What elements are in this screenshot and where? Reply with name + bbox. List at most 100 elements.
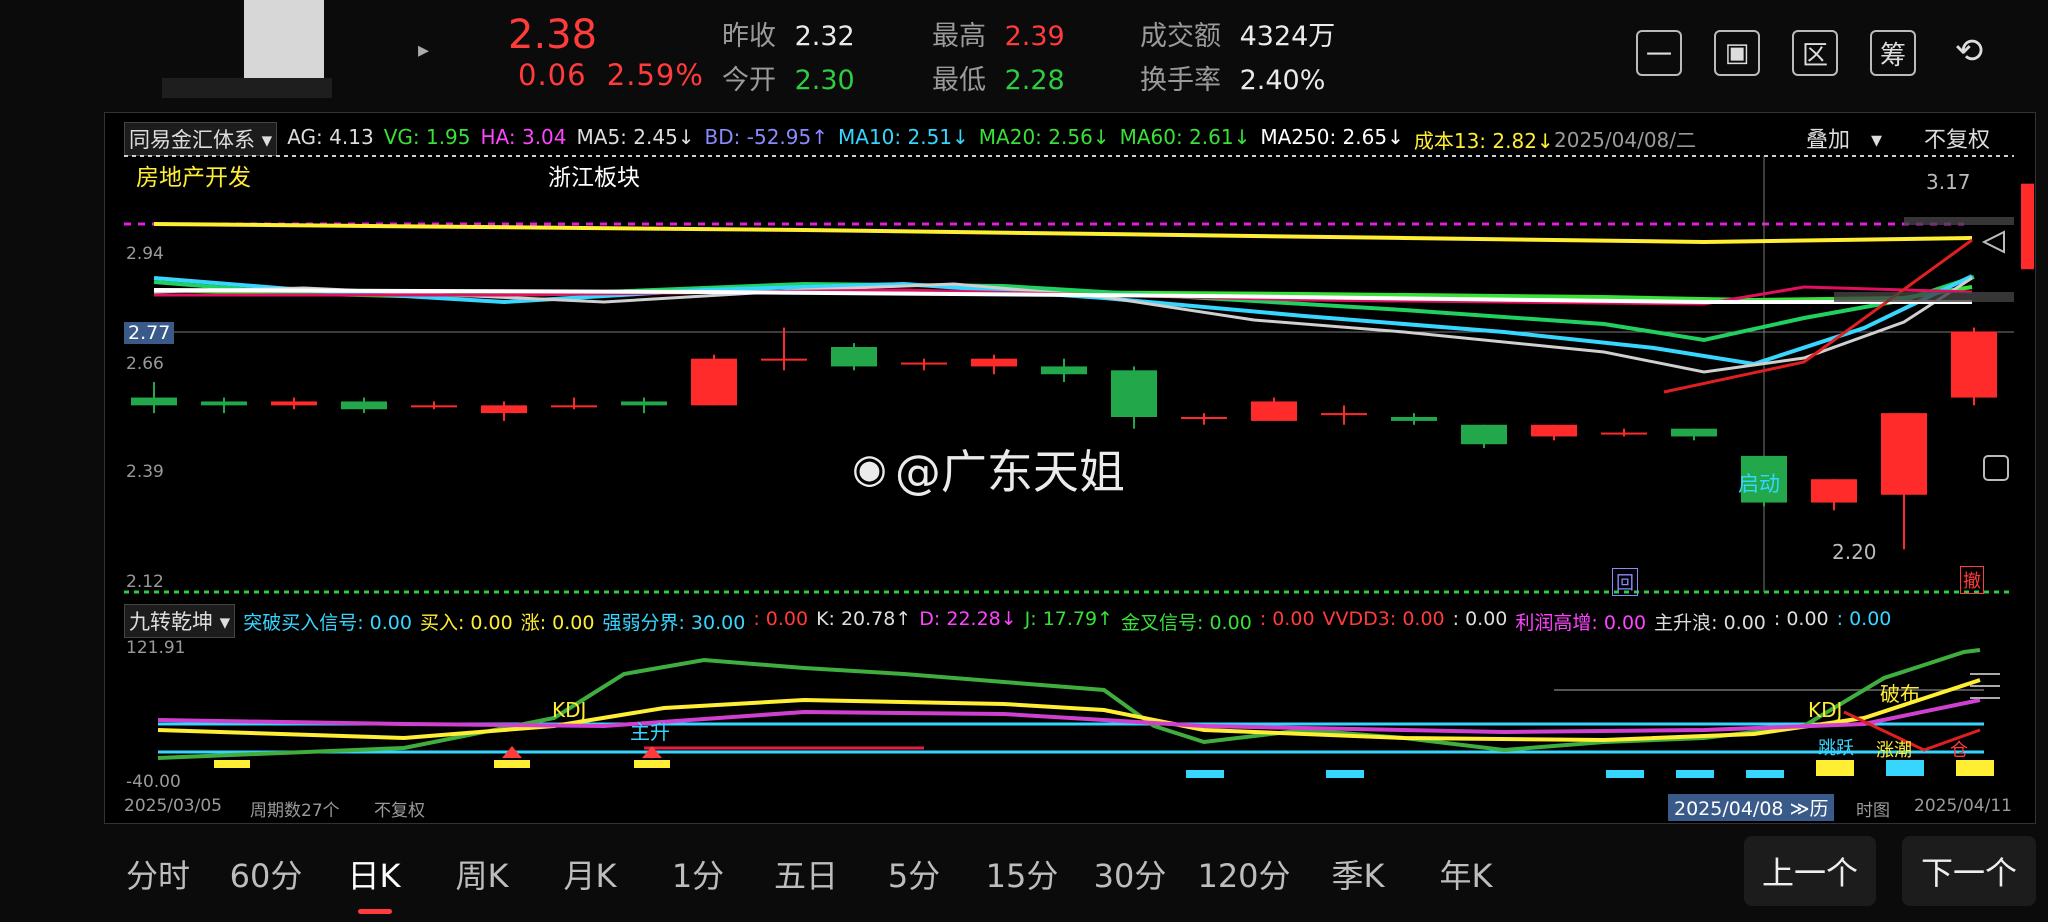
active-tab-underline	[358, 909, 392, 914]
y-tick-4: 2.12	[126, 572, 164, 592]
candle-body	[131, 397, 177, 406]
kdj-label-1: KDJ	[552, 698, 587, 722]
screen-icon[interactable]: ▣	[1714, 30, 1760, 76]
y-tick-3: 2.39	[126, 462, 164, 482]
candle-body	[691, 358, 737, 406]
turnover-rate: 换手率 2.40%	[1140, 65, 1326, 96]
kdj-label-2: KDJ	[1808, 698, 1843, 722]
rotate-icon[interactable]: ⟲	[1948, 30, 1990, 72]
candle-body	[1181, 417, 1227, 419]
cursor-tail: 时图	[1856, 801, 1890, 821]
tab-4[interactable]: 月K	[536, 851, 644, 897]
tab-11[interactable]: 季K	[1304, 851, 1412, 897]
next-button[interactable]: 下一个	[1902, 836, 2036, 906]
cost13-line	[153, 222, 1973, 245]
upper-band	[1904, 217, 2014, 225]
tab-5[interactable]: 1分	[644, 851, 752, 897]
zhusheng-label: 主升	[630, 720, 670, 744]
signal-bar	[214, 760, 250, 768]
period-tabs: 分时 60分 日K 周K 月K 1分 五日 5分 15分 30分 120分 季K 年K	[104, 842, 1520, 914]
main-indicator-value: MA250: 2.65↓	[1260, 124, 1404, 149]
candle-body	[1881, 413, 1927, 495]
pobu-label: 破布	[1880, 682, 1920, 706]
candle-body	[341, 401, 387, 410]
axis-start-date: 2025/03/05	[124, 796, 222, 816]
signal-bar	[494, 760, 530, 768]
chevron-right-icon[interactable]: ▸	[418, 38, 429, 63]
tab-3[interactable]: 周K	[428, 851, 536, 897]
candle-body	[1601, 432, 1647, 435]
tab-8[interactable]: 15分	[968, 851, 1076, 897]
candle-body	[1321, 413, 1367, 416]
main-indicator-row: 同易金汇体系 ▾ AG: 4.13 VG: 1.95 HA: 3.04 MA5: 2.…	[124, 122, 1554, 156]
tab-7[interactable]: 5分	[860, 851, 968, 897]
ma20-line	[153, 275, 1975, 343]
signal-bar	[1606, 770, 1644, 778]
j-line	[157, 648, 1981, 760]
low-price: 最低 2.28	[932, 65, 1065, 96]
candle-body	[201, 401, 247, 406]
change-percent: 2.59%	[606, 58, 704, 92]
menu-icon	[1970, 673, 2000, 699]
back-label[interactable]: 回	[1612, 568, 1638, 596]
stock-code-mask	[162, 78, 332, 98]
last-price: 2.38	[508, 12, 598, 58]
axis-end-date: 2025/04/11	[1914, 796, 2012, 816]
candle-body	[1391, 417, 1437, 421]
main-indicator-value: MA20: 2.56↓	[978, 124, 1110, 149]
candle-body	[1811, 479, 1857, 503]
tab-1[interactable]: 60分	[212, 851, 320, 897]
tab-6[interactable]: 五日	[752, 851, 860, 897]
signal-bar	[1956, 760, 1994, 776]
y-tick-2: 2.66	[126, 354, 164, 374]
weibo-icon: ◉	[852, 446, 887, 492]
sub-indicator-chart[interactable]	[104, 630, 2034, 790]
candle-body	[621, 401, 667, 406]
stock-name-mask	[244, 0, 324, 80]
signal-bar	[1816, 760, 1854, 776]
signal-bar	[1186, 770, 1224, 778]
change-value: 0.06	[518, 58, 587, 92]
zhangchao-label: 涨潮	[1876, 740, 1912, 761]
candle-body	[551, 405, 597, 408]
sector-label: 房地产开发	[136, 165, 251, 191]
tiaoyue-label: 跳跃	[1818, 738, 1854, 759]
toolbar: 一 ▣ 区 筹 ⟲	[1636, 30, 1990, 76]
candle-body	[1111, 370, 1157, 417]
main-indicator-value: MA60: 2.61↓	[1119, 124, 1251, 149]
chart-date: 2025/04/08/二	[1554, 128, 1697, 152]
square-icon	[1983, 455, 2009, 481]
main-indicator-value: MA5: 2.45↓	[576, 124, 695, 149]
minus-icon[interactable]: 一	[1636, 30, 1682, 76]
main-indicator-value: VG: 1.95	[383, 124, 471, 149]
tab-10[interactable]: 120分	[1184, 851, 1304, 897]
tab-0[interactable]: 分时	[104, 851, 212, 897]
overlay-select[interactable]: 叠加 ▾	[1806, 122, 1882, 154]
chip-icon[interactable]: 筹	[1870, 30, 1916, 76]
region-icon[interactable]: 区	[1792, 30, 1838, 76]
system-select[interactable]: 同易金汇体系 ▾	[124, 122, 278, 156]
max-price-label: 3.17	[1926, 170, 1971, 194]
open-price: 今开 2.30	[722, 65, 855, 96]
main-indicator-value: MA10: 2.51↓	[838, 124, 969, 149]
candle-body	[1461, 424, 1507, 445]
main-indicator-values: AG: 4.13 VG: 1.95 HA: 3.04 MA5: 2.45↓ BD: -5…	[287, 125, 1553, 154]
triangle-left-icon	[1981, 230, 2005, 254]
candle-body	[1951, 331, 1997, 398]
tab-2[interactable]: 日K	[320, 851, 428, 914]
prev-button[interactable]: 上一个	[1744, 836, 1876, 906]
candle-body	[1531, 424, 1577, 437]
crosshair-value: 2.77	[124, 322, 175, 344]
main-indicator-value: HA: 3.04	[480, 124, 567, 149]
region-label: 浙江板块	[548, 165, 640, 191]
min-price-label: 2.20	[1832, 540, 1877, 564]
y-tick-1: 2.94	[126, 244, 164, 264]
cursor-date: 2025/04/08 ≫历	[1668, 794, 1835, 821]
price-change: 0.06 2.59%	[518, 58, 704, 92]
axis-adjust: 不复权	[374, 801, 425, 821]
tab-12[interactable]: 年K	[1412, 851, 1520, 897]
tab-9[interactable]: 30分	[1076, 851, 1184, 897]
candlestick-chart[interactable]	[104, 152, 2034, 598]
turnover: 成交额 4324万	[1140, 21, 1336, 52]
adjust-select[interactable]: 不复权	[1924, 122, 1990, 154]
